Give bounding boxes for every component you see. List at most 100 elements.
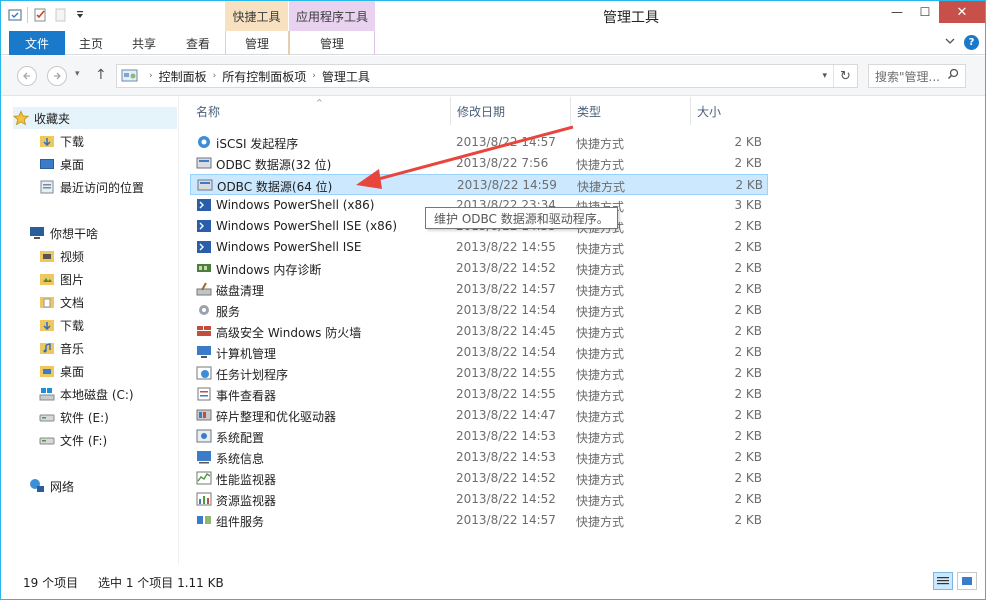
file-row[interactable]: ODBC 数据源(64 位) 2013/8/22 14:59 快捷方式 2 KB [190,174,768,195]
nav-drive-c[interactable]: 本地磁盘 (C:) [39,383,134,405]
file-row[interactable]: 系统信息 2013/8/22 14:53 快捷方式 2 KB [190,447,768,468]
large-icons-view-icon [962,577,972,585]
file-type: 快捷方式 [576,158,625,172]
arrow-right-icon [54,72,61,80]
item-tooltip: 维护 ODBC 数据源和驱动程序。 [425,207,618,229]
address-history-dropdown[interactable]: ▾ [822,71,827,81]
large-icons-view-button[interactable] [957,572,977,590]
file-row[interactable]: 性能监视器 2013/8/22 14:52 快捷方式 2 KB [190,468,768,489]
file-row[interactable]: Windows PowerShell ISE 2013/8/22 14:55 快捷方… [190,237,768,258]
column-header-date[interactable]: 修改日期 [451,97,571,125]
arrow-left-icon [23,72,30,80]
file-size: 2 KB [735,178,763,192]
file-size: 2 KB [734,471,762,485]
file-row[interactable]: iSCSI 发起程序 2013/8/22 14:57 快捷方式 2 KB [190,132,768,153]
back-button[interactable] [17,66,37,86]
star-icon [12,110,30,126]
address-bar[interactable]: › 控制面板 › 所有控制面板项 › 管理工具 ▾ ↻ [116,64,858,88]
nav-favorite-downloads[interactable]: 下载 [39,130,84,152]
nav-this-pc[interactable]: 你想干啥 [29,222,98,244]
download-folder-icon [39,317,55,333]
qat-dropdown-icon[interactable] [72,7,88,23]
windows-drive-icon [39,386,55,402]
explorer-window: 快捷工具 应用程序工具 管理工具 — ☐ ✕ 文件 主页 共享 查看 管理 管理… [0,0,986,600]
nav-drive-e[interactable]: 软件 (E:) [39,406,109,428]
control-panel-icon [121,68,139,84]
nav-documents[interactable]: 文档 [39,291,84,313]
file-size: 2 KB [734,135,762,149]
file-name: ODBC 数据源(64 位) [217,180,333,194]
close-button[interactable]: ✕ [939,1,985,23]
breadcrumb-all-items[interactable]: 所有控制面板项 [222,68,306,85]
search-input[interactable]: 搜索"管理... [868,64,966,88]
file-row[interactable]: 任务计划程序 2013/8/22 14:55 快捷方式 2 KB [190,363,768,384]
tab-file[interactable]: 文件 [9,31,65,55]
expand-ribbon-icon[interactable] [944,35,956,50]
new-folder-icon[interactable] [52,7,68,23]
file-name: 资源监视器 [216,494,277,508]
recent-places-icon [39,179,55,195]
nav-favorites[interactable]: 收藏夹 [12,107,177,129]
file-date: 2013/8/22 14:55 [456,387,556,401]
nav-favorite-desktop[interactable]: 桌面 [39,153,84,175]
properties-icon[interactable] [7,7,23,23]
file-row[interactable]: 资源监视器 2013/8/22 14:52 快捷方式 2 KB [190,489,768,510]
nav-downloads[interactable]: 下载 [39,314,84,336]
nav-drive-f[interactable]: 文件 (F:) [39,429,107,451]
recent-locations-dropdown[interactable]: ▾ [75,69,80,79]
file-row[interactable]: 高级安全 Windows 防火墙 2013/8/22 14:45 快捷方式 2 KB [190,321,768,342]
tab-home[interactable]: 主页 [71,31,111,55]
maximize-button[interactable]: ☐ [911,1,939,23]
nav-videos[interactable]: 视频 [39,245,84,267]
column-type-label: 类型 [577,104,602,119]
properties-checklist-icon[interactable] [32,7,48,23]
nav-network[interactable]: 网络 [29,475,74,497]
file-name: 计算机管理 [216,347,277,361]
nav-item-label: 最近访问的位置 [60,180,145,195]
window-controls: — ☐ ✕ [883,1,985,23]
column-header-size[interactable]: 大小 [691,97,771,125]
nav-music[interactable]: 音乐 [39,337,84,359]
nav-desktop[interactable]: 桌面 [39,360,84,382]
file-row[interactable]: ODBC 数据源(32 位) 2013/8/22 7:56 快捷方式 2 KB [190,153,768,174]
nav-item-label: 文档 [60,295,85,310]
minimize-button[interactable]: — [883,1,911,23]
performance-monitor-icon [196,470,212,486]
nav-item-label: 图片 [60,272,85,287]
file-row[interactable]: 碎片整理和优化驱动器 2013/8/22 14:47 快捷方式 2 KB [190,405,768,426]
tab-view[interactable]: 查看 [177,31,219,55]
status-bar: 19 个项目 选中 1 个项目 1.11 KB [1,567,985,599]
search-icon[interactable] [947,68,959,83]
tab-manage-application[interactable]: 管理 [289,31,375,55]
qat-separator [27,7,28,23]
file-list-pane: 名称 ^ 修改日期 类型 大小 iSCSI 发起程序 2013/8/22 14:5… [180,97,977,565]
forward-button[interactable] [47,66,67,86]
breadcrumb-control-panel[interactable]: 控制面板 [159,68,207,85]
file-size: 2 KB [734,261,762,275]
nav-favorite-recent[interactable]: 最近访问的位置 [39,176,144,198]
file-row[interactable]: 计算机管理 2013/8/22 14:54 快捷方式 2 KB [190,342,768,363]
file-row[interactable]: Windows 内存诊断 2013/8/22 14:52 快捷方式 2 KB [190,258,768,279]
refresh-button[interactable]: ↻ [833,65,857,87]
file-size: 2 KB [734,303,762,317]
file-row[interactable]: 组件服务 2013/8/22 14:57 快捷方式 2 KB [190,510,768,531]
breadcrumb-admin-tools[interactable]: 管理工具 [322,68,370,85]
tab-share[interactable]: 共享 [123,31,165,55]
nav-pictures[interactable]: 图片 [39,268,84,290]
file-name: 系统信息 [216,452,265,466]
navigation-pane: 收藏夹 下载 桌面 最近访问的位置 你想干啥 视频 图片 文档 下载 音乐 桌面… [1,97,179,565]
details-view-button[interactable] [933,572,953,590]
file-size: 2 KB [734,240,762,254]
file-row[interactable]: 服务 2013/8/22 14:54 快捷方式 2 KB [190,300,768,321]
column-header-type[interactable]: 类型 [571,97,691,125]
file-date: 2013/8/22 14:45 [456,324,556,338]
file-row[interactable]: 系统配置 2013/8/22 14:53 快捷方式 2 KB [190,426,768,447]
file-type: 快捷方式 [576,137,625,151]
up-button[interactable]: ↑ [95,67,107,83]
breadcrumb-separator: › [312,71,316,81]
file-size: 2 KB [734,156,762,170]
file-row[interactable]: 事件查看器 2013/8/22 14:55 快捷方式 2 KB [190,384,768,405]
help-button[interactable]: ? [964,35,979,50]
tab-manage-shortcut[interactable]: 管理 [225,31,289,55]
file-row[interactable]: 磁盘清理 2013/8/22 14:57 快捷方式 2 KB [190,279,768,300]
